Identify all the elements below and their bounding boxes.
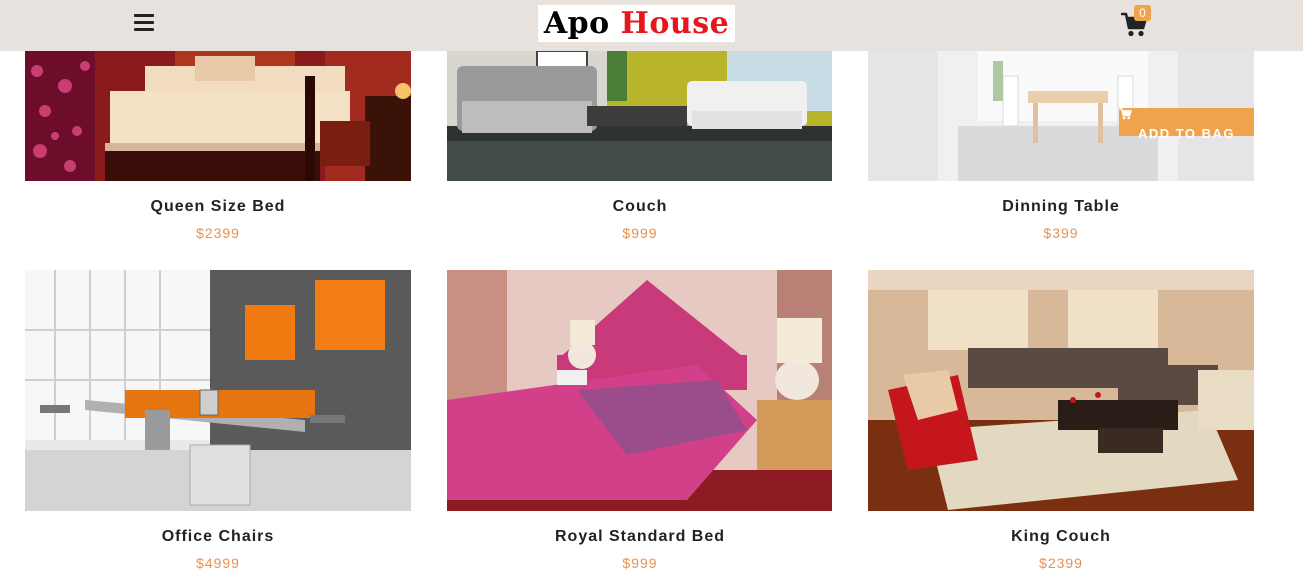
product-image-couch[interactable] — [447, 51, 832, 181]
product-card-king-couch[interactable]: King Couch $2399 — [868, 270, 1254, 572]
product-price: $399 — [1043, 225, 1079, 241]
product-image-office-chairs[interactable] — [25, 270, 411, 511]
product-card-couch[interactable]: Couch $999 — [447, 51, 833, 242]
navbar: Apo House 0 — [0, 0, 1303, 51]
add-to-bag-label: ADD TO BAG — [1137, 126, 1236, 141]
product-price: $999 — [622, 555, 658, 571]
product-image-dinning-table[interactable]: ADD TO BAG — [868, 51, 1254, 181]
product-name[interactable]: Couch — [447, 197, 833, 217]
product-name[interactable]: Queen Size Bed — [25, 197, 411, 217]
product-card-dinning-table[interactable]: ADD TO BAG Dinning Table $399 — [868, 51, 1254, 242]
cart-icon — [1119, 108, 1132, 120]
product-name[interactable]: King Couch — [868, 527, 1254, 547]
product-image-king-couch[interactable] — [868, 270, 1254, 511]
logo-word-2: House — [620, 6, 730, 41]
logo[interactable]: Apo House — [538, 5, 735, 42]
product-card-royal-standard-bed[interactable]: Royal Standard Bed $999 — [447, 270, 833, 572]
product-image-royal-standard-bed[interactable] — [447, 270, 832, 511]
product-price: $4999 — [196, 555, 240, 571]
product-name[interactable]: Office Chairs — [25, 527, 411, 547]
product-image-queen-size-bed[interactable] — [25, 51, 411, 181]
add-to-bag-button[interactable]: ADD TO BAG — [1119, 108, 1254, 141]
product-price: $2399 — [196, 225, 240, 241]
menu-icon[interactable] — [133, 14, 155, 34]
product-card-queen-size-bed[interactable]: Queen Size Bed $2399 — [25, 51, 411, 242]
product-card-office-chairs[interactable]: Office Chairs $4999 — [25, 270, 411, 572]
product-name[interactable]: Royal Standard Bed — [447, 527, 833, 547]
product-price: $2399 — [1039, 555, 1083, 571]
logo-word-1: Apo — [543, 6, 610, 41]
product-name[interactable]: Dinning Table — [868, 197, 1254, 217]
cart-count-badge: 0 — [1134, 5, 1151, 21]
product-price: $999 — [622, 225, 658, 241]
